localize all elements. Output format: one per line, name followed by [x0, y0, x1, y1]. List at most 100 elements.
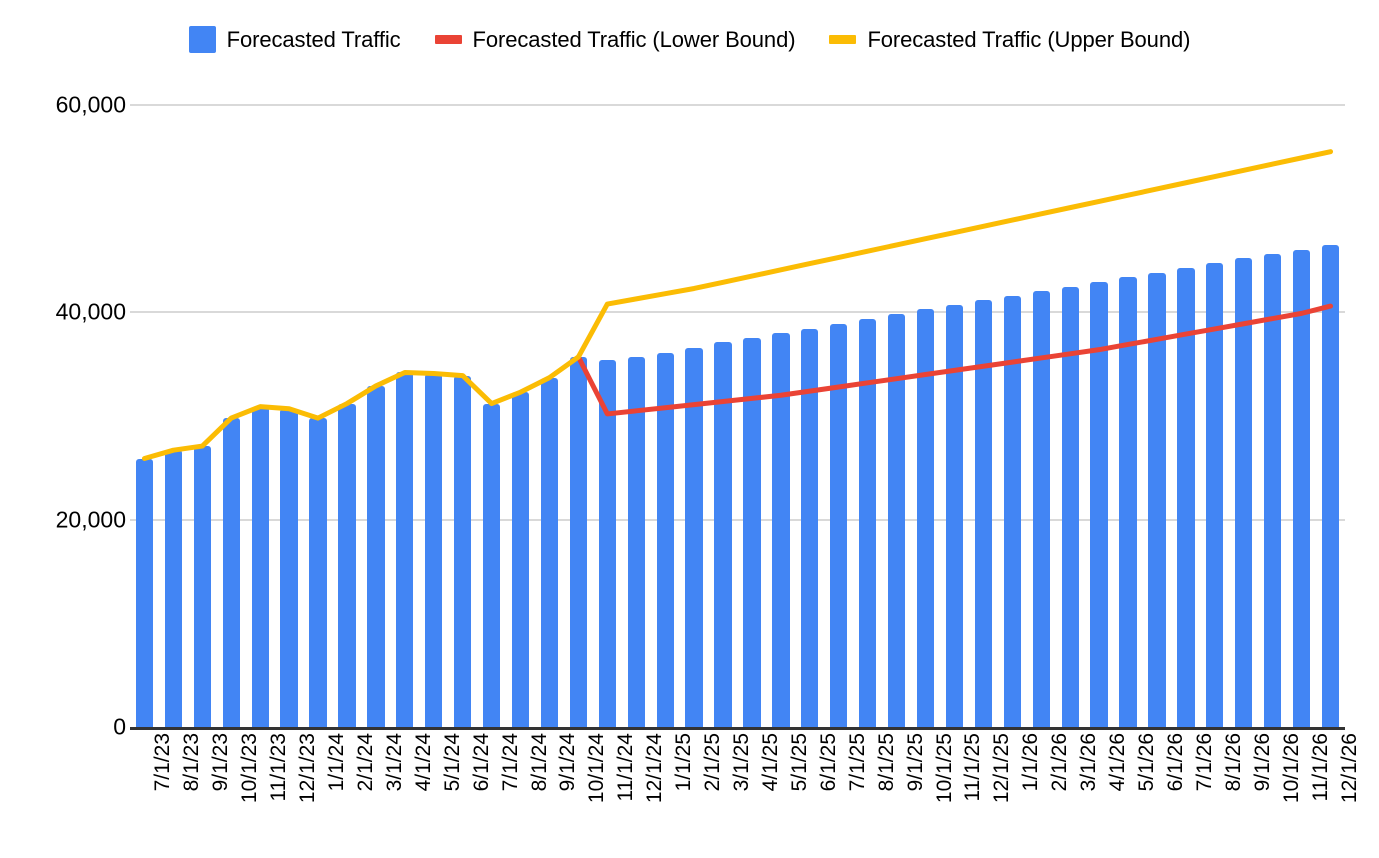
x-axis-tick-label: 3/1/24	[382, 733, 406, 792]
bar[interactable]	[1061, 287, 1079, 727]
x-axis-tick-label: 12/1/25	[990, 733, 1014, 804]
bar[interactable]	[569, 356, 588, 727]
x-axis-tick-label: 8/1/23	[180, 733, 204, 792]
bar[interactable]	[743, 338, 761, 727]
x-axis-tick-label: 4/1/25	[758, 733, 782, 792]
x-axis-tick-label: 9/1/24	[556, 733, 580, 792]
bar[interactable]	[887, 314, 906, 727]
x-axis-tick-label: 3/1/25	[730, 733, 754, 792]
x-axis-baseline	[130, 727, 1345, 730]
y-axis-tick-label: 20,000	[55, 506, 126, 533]
bar[interactable]	[367, 385, 385, 727]
bar[interactable]	[830, 323, 848, 727]
x-axis-tick-label: 8/1/24	[527, 733, 551, 792]
x-axis-tick-label: 7/1/24	[498, 733, 522, 792]
x-axis-tick-label: 12/1/23	[296, 733, 320, 804]
x-axis-tick-label: 10/1/26	[1279, 733, 1303, 804]
bar[interactable]	[916, 309, 935, 727]
legend-item-label: Forecasted Traffic	[226, 26, 401, 52]
bar[interactable]	[540, 377, 559, 727]
bar[interactable]	[627, 356, 645, 727]
bar[interactable]	[714, 342, 732, 727]
bar[interactable]	[974, 299, 993, 727]
x-axis-tick-label: 5/1/24	[440, 733, 464, 792]
y-axis-tick-label: 0	[113, 713, 126, 740]
bar[interactable]	[1032, 290, 1050, 727]
x-axis-tick-label: 2/1/25	[701, 733, 725, 792]
x-axis-tick-label: 7/1/25	[845, 733, 869, 792]
bar[interactable]	[425, 373, 443, 727]
chart-legend: Forecasted Traffic Forecasted Traffic (Lo…	[0, 26, 1379, 53]
bar[interactable]	[656, 352, 674, 727]
bar[interactable]	[193, 446, 211, 727]
x-axis-tick-label: 8/1/25	[874, 733, 898, 792]
bar[interactable]	[309, 418, 327, 727]
bar[interactable]	[164, 450, 183, 727]
x-axis-tick-label: 12/1/26	[1337, 733, 1361, 804]
bar[interactable]	[135, 458, 154, 727]
bar[interactable]	[598, 360, 616, 727]
bar[interactable]	[1177, 267, 1195, 727]
bar[interactable]	[1003, 295, 1021, 727]
x-axis-tick-label: 8/1/26	[1221, 733, 1245, 792]
bar[interactable]	[511, 392, 530, 727]
x-axis-tick-label: 9/1/23	[209, 733, 233, 792]
bar[interactable]	[454, 375, 472, 727]
bar[interactable]	[1321, 244, 1340, 727]
x-axis-tick-label: 10/1/24	[585, 733, 609, 804]
x-axis-tick-label: 6/1/26	[1163, 733, 1187, 792]
x-axis-tick-label: 7/1/23	[151, 733, 175, 792]
plot-area	[130, 104, 1345, 730]
legend-item-label: Forecasted Traffic (Upper Bound)	[867, 26, 1191, 52]
legend-item[interactable]: Forecasted Traffic (Lower Bound)	[434, 27, 796, 53]
bar[interactable]	[801, 328, 819, 727]
x-axis-tick-label: 5/1/25	[787, 733, 811, 792]
bar[interactable]	[1119, 277, 1137, 727]
bar[interactable]	[1148, 272, 1166, 727]
x-axis: 7/1/23 8/1/23 9/1/23 10/1/23 11/1/23 12/1/23 1…	[130, 733, 1360, 853]
x-axis-tick-label: 4/1/26	[1106, 733, 1130, 792]
bar[interactable]	[945, 305, 964, 727]
bar[interactable]	[772, 333, 790, 727]
x-axis-tick-label: 6/1/25	[816, 733, 840, 792]
bar-series	[130, 105, 1345, 727]
x-axis-tick-label: 7/1/26	[1192, 733, 1216, 792]
bar[interactable]	[859, 318, 877, 727]
x-axis-tick-label: 1/1/25	[672, 733, 696, 792]
x-axis-tick-label: 11/1/25	[961, 733, 985, 802]
forecasted-traffic-chart: Forecasted Traffic Forecasted Traffic (Lo…	[0, 0, 1379, 858]
x-axis-tick-label: 2/1/24	[353, 733, 377, 792]
x-axis-tick-label: 10/1/23	[238, 733, 262, 804]
x-axis-tick-label: 6/1/24	[469, 733, 493, 792]
bar[interactable]	[1206, 262, 1224, 727]
bar[interactable]	[1292, 250, 1311, 727]
bar[interactable]	[251, 406, 269, 727]
x-axis-tick-label: 2/1/26	[1048, 733, 1072, 792]
bar[interactable]	[685, 347, 703, 727]
x-axis-tick-label: 11/1/23	[267, 733, 291, 802]
bar[interactable]	[396, 372, 414, 727]
x-axis-tick-label: 12/1/24	[643, 733, 667, 804]
x-axis-tick-label: 3/1/26	[1077, 733, 1101, 792]
x-axis-tick-label: 9/1/26	[1250, 733, 1274, 792]
bar[interactable]	[280, 408, 298, 727]
legend-swatch-icon	[434, 35, 462, 44]
bar[interactable]	[482, 403, 501, 727]
x-axis-tick-label: 5/1/26	[1135, 733, 1159, 792]
bar[interactable]	[1235, 258, 1253, 727]
bar[interactable]	[338, 403, 356, 727]
legend-swatch-icon	[829, 35, 857, 44]
legend-item[interactable]: Forecasted Traffic	[188, 26, 401, 53]
legend-swatch-icon	[188, 26, 216, 53]
y-axis-tick-label: 60,000	[55, 91, 126, 118]
x-axis-tick-label: 10/1/25	[932, 733, 956, 804]
bar[interactable]	[222, 418, 240, 727]
x-axis-tick-label: 11/1/26	[1308, 733, 1332, 802]
legend-item[interactable]: Forecasted Traffic (Upper Bound)	[829, 27, 1190, 53]
y-axis-tick-label: 40,000	[55, 298, 126, 325]
x-axis-tick-label: 1/1/24	[325, 733, 349, 792]
bar[interactable]	[1090, 282, 1108, 727]
x-axis-tick-label: 11/1/24	[614, 733, 638, 802]
x-axis-tick-label: 9/1/25	[903, 733, 927, 792]
bar[interactable]	[1264, 254, 1282, 727]
